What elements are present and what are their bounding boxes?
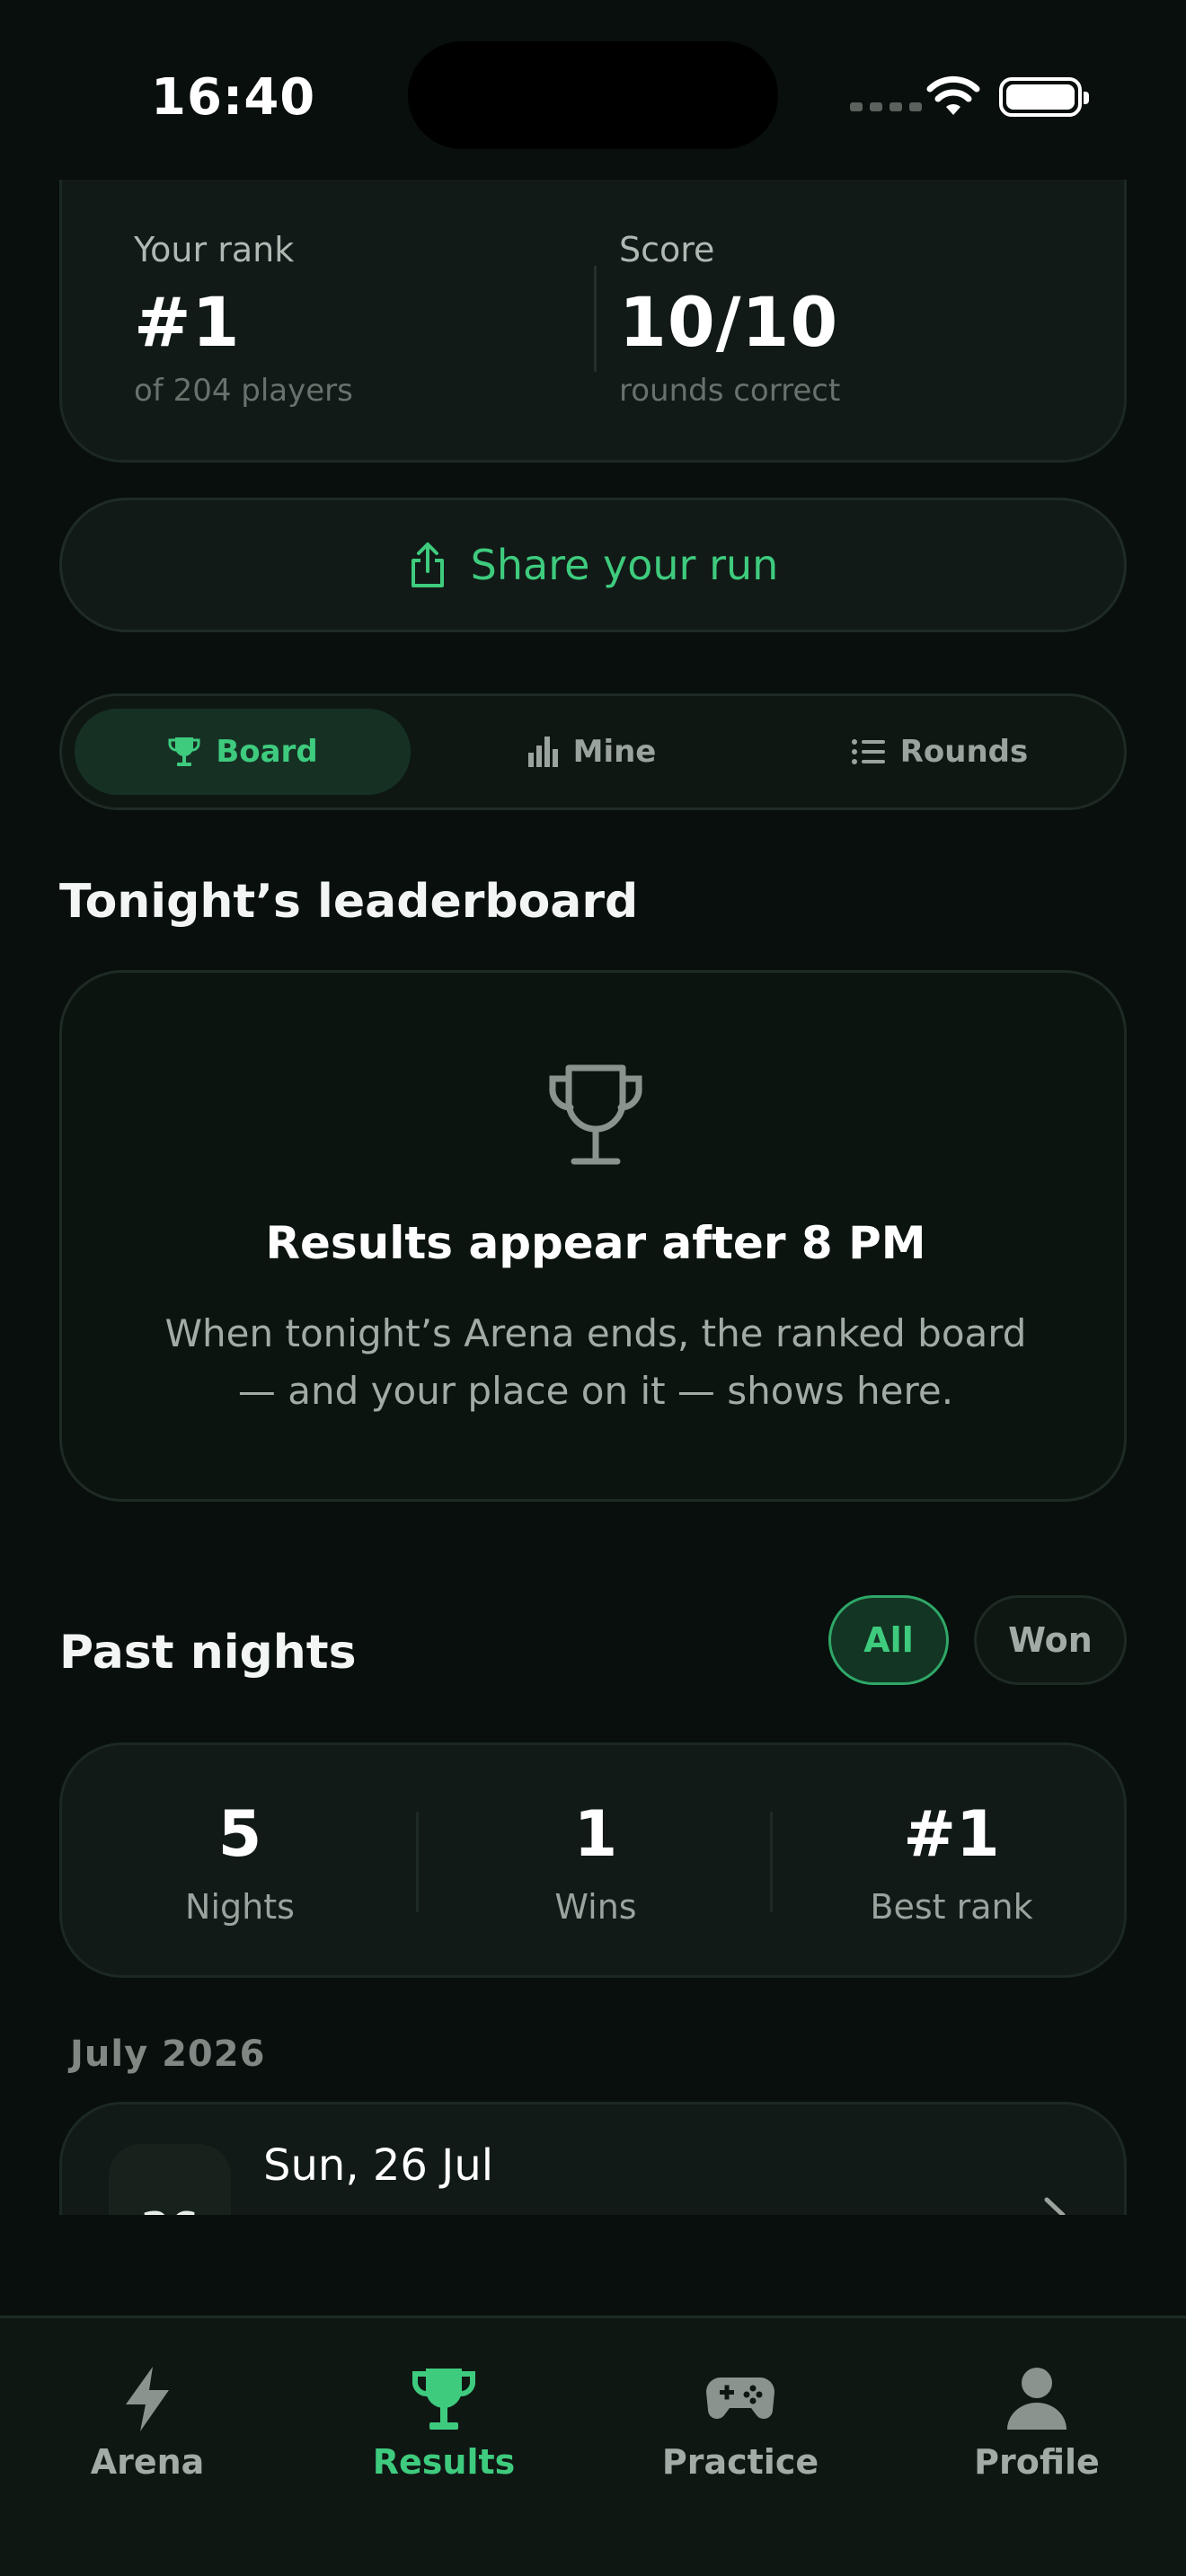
rank-subtext: of 204 players — [134, 373, 353, 409]
tab-results[interactable]: Results — [318, 2365, 570, 2482]
tab-profile[interactable]: Profile — [911, 2365, 1163, 2482]
stat-value: #1 — [903, 1797, 1000, 1871]
tab-rounds[interactable]: Rounds — [772, 709, 1108, 795]
tab-arena-label: Arena — [90, 2442, 205, 2482]
cellular-signal-icon — [850, 102, 922, 111]
stat-value: 5 — [217, 1797, 262, 1871]
tab-rounds-label: Rounds — [899, 734, 1029, 770]
stat-nights: 5 Nights — [62, 1797, 418, 1927]
stat-value: 1 — [573, 1797, 618, 1871]
person-icon — [1007, 2368, 1067, 2430]
date-badge: 26 — [109, 2144, 231, 2215]
wifi-icon — [926, 75, 980, 115]
night-result: – — [964, 2205, 987, 2215]
bar-chart-icon — [527, 737, 558, 767]
filter-all-chip[interactable]: All — [828, 1595, 949, 1685]
leaderboard-title: Tonight’s leaderboard — [59, 875, 639, 929]
tab-results-label: Results — [372, 2442, 516, 2482]
score-subtext: rounds correct — [619, 373, 841, 409]
tab-mine[interactable]: Mine — [423, 709, 759, 795]
gamepad-icon — [706, 2378, 774, 2419]
tab-profile-label: Profile — [974, 2442, 1100, 2482]
divider — [594, 266, 597, 372]
share-run-button[interactable]: Share your run — [59, 498, 1127, 632]
chevron-right-icon — [1044, 2197, 1066, 2215]
leaderboard-empty-card: Results appear after 8 PM When tonight’s… — [59, 970, 1127, 1502]
stat-wins: 1 Wins — [418, 1797, 774, 1927]
trophy-icon — [549, 1064, 642, 1165]
past-nights-stats-card: 5 Nights 1 Wins #1 Best rank — [59, 1742, 1127, 1978]
lightning-icon — [126, 2367, 169, 2431]
tab-arena[interactable]: Arena — [22, 2365, 273, 2482]
scroll-content[interactable]: Your rank #1 of 204 players Score 10/10 … — [0, 180, 1186, 2215]
stat-caption: Wins — [554, 1887, 637, 1927]
tab-board-label: Board — [216, 734, 318, 770]
share-icon — [411, 543, 444, 587]
results-segmented-control: Board Mine Rounds — [59, 693, 1127, 810]
tab-board[interactable]: Board — [75, 709, 411, 795]
stat-caption: Best rank — [870, 1887, 1033, 1927]
share-run-label: Share your run — [470, 541, 779, 589]
tab-practice[interactable]: Practice — [615, 2365, 866, 2482]
tab-practice-label: Practice — [661, 2442, 819, 2482]
past-nights-title: Past nights — [59, 1626, 357, 1680]
night-date: Sun, 26 Jul — [263, 2140, 494, 2191]
score-label: Score — [619, 230, 715, 269]
filter-won-chip[interactable]: Won — [974, 1595, 1127, 1685]
night-row[interactable]: 26 Sun, 26 Jul – — [59, 2102, 1127, 2215]
score-value: 10/10 — [619, 282, 839, 362]
rank-value: #1 — [134, 282, 241, 362]
tab-mine-label: Mine — [572, 734, 657, 770]
battery-icon — [999, 77, 1089, 117]
stat-best-rank: #1 Best rank — [774, 1797, 1129, 1927]
trophy-icon — [168, 737, 200, 766]
divider — [770, 1812, 773, 1912]
list-icon — [851, 739, 885, 764]
rank-summary-card: Your rank #1 of 204 players Score 10/10 … — [59, 180, 1127, 463]
leaderboard-body: When tonight’s Arena ends, the ranked bo… — [164, 1311, 1027, 1413]
leaderboard-headline: Results appear after 8 PM — [265, 1217, 926, 1269]
trophy-icon — [412, 2369, 476, 2430]
rank-block: Your rank #1 of 204 players — [134, 230, 353, 409]
stat-caption: Nights — [185, 1887, 295, 1927]
score-block: Score 10/10 rounds correct — [619, 230, 840, 409]
dynamic-island — [408, 41, 778, 149]
status-bar: 16:40 — [0, 0, 1186, 180]
status-time: 16:40 — [151, 68, 316, 127]
bottom-tab-bar: Arena Results Practice Profile — [0, 2316, 1186, 2576]
month-header: July 2026 — [70, 2033, 266, 2075]
rank-label: Your rank — [134, 230, 295, 269]
results-screen: 16:40 Your rank #1 of 204 players Score … — [0, 0, 1186, 2576]
